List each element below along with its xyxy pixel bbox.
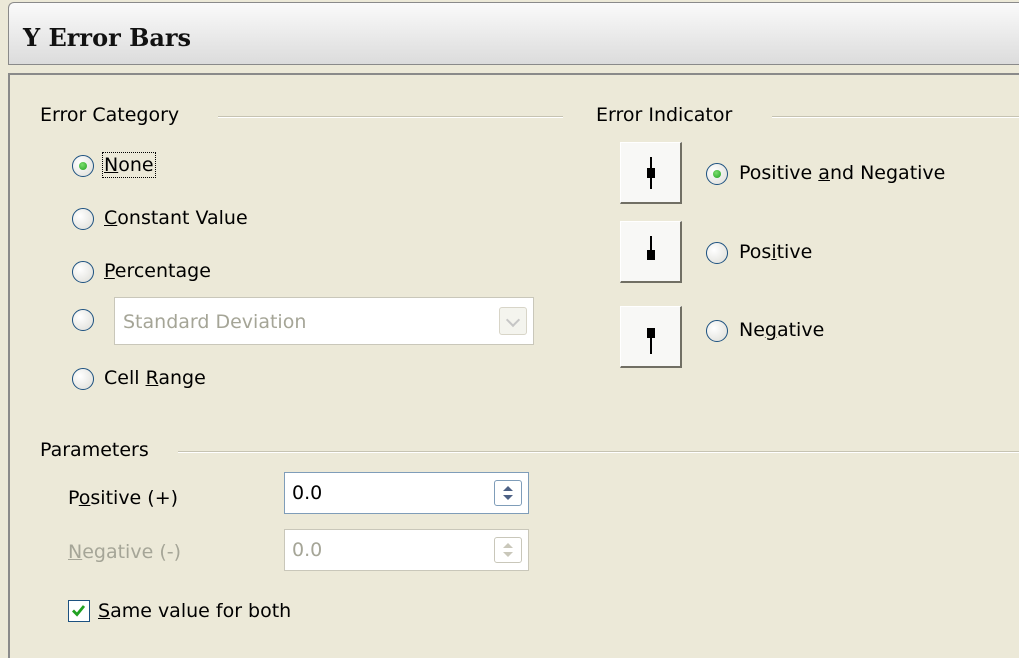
function-select[interactable]: Standard Deviation xyxy=(114,297,534,345)
radio-cell-range[interactable]: Cell Range xyxy=(72,366,252,392)
radio-label-cell-range: Cell Range xyxy=(104,367,206,389)
radio-button-positive[interactable] xyxy=(706,242,728,264)
radio-function[interactable] xyxy=(72,309,94,331)
chevron-down-icon[interactable] xyxy=(499,307,527,335)
radio-negative[interactable]: Negative xyxy=(706,318,846,344)
negative-label: Negative (-) xyxy=(68,541,181,563)
negative-value-field[interactable]: 0.0 xyxy=(284,529,529,571)
checkmark-icon xyxy=(72,605,86,617)
radio-label-constant: Constant Value xyxy=(104,207,248,229)
error-bar-both-icon xyxy=(620,142,682,204)
radio-label-percentage: Percentage xyxy=(104,260,211,282)
positive-label: Positive (+) xyxy=(68,487,179,509)
dialog-title-bar: Y Error Bars xyxy=(8,2,1019,65)
radio-label-negative: Negative xyxy=(739,319,825,341)
radio-label-positive-and-negative: Positive and Negative xyxy=(739,162,946,184)
radio-button-negative[interactable] xyxy=(706,320,728,342)
dialog-title: Y Error Bars xyxy=(23,23,192,52)
radio-button-cell-range[interactable] xyxy=(72,368,94,390)
positive-value-field[interactable]: 0.0 xyxy=(284,472,529,514)
radio-button-constant[interactable] xyxy=(72,208,94,230)
negative-value: 0.0 xyxy=(292,539,323,561)
radio-button-positive-and-negative[interactable] xyxy=(706,163,728,185)
error-bar-negative-icon xyxy=(620,306,682,368)
error-indicator-divider xyxy=(772,116,1019,118)
radio-button-percentage[interactable] xyxy=(72,261,94,283)
positive-value: 0.0 xyxy=(292,482,323,504)
error-category-divider xyxy=(218,116,563,118)
radio-label-positive: Positive xyxy=(739,241,813,263)
radio-constant-value[interactable]: Constant Value xyxy=(72,206,292,232)
error-category-heading: Error Category xyxy=(40,104,180,126)
same-value-checkbox[interactable] xyxy=(68,600,90,622)
parameters-divider xyxy=(178,451,1019,453)
radio-positive-and-negative[interactable]: Positive and Negative xyxy=(706,161,996,187)
radio-error-none[interactable]: None xyxy=(72,152,202,179)
radio-percentage[interactable]: Percentage xyxy=(72,259,252,285)
parameters-heading: Parameters xyxy=(40,439,149,461)
radio-button-none[interactable] xyxy=(72,155,94,177)
radio-label-none: None xyxy=(102,152,156,178)
negative-spinner-icon[interactable] xyxy=(494,537,522,563)
error-bar-positive-icon xyxy=(620,221,682,283)
radio-positive[interactable]: Positive xyxy=(706,240,836,266)
same-value-label: Same value for both xyxy=(98,600,292,622)
positive-spinner-icon[interactable] xyxy=(494,480,522,506)
error-indicator-heading: Error Indicator xyxy=(596,104,733,126)
function-select-value: Standard Deviation xyxy=(123,311,307,333)
